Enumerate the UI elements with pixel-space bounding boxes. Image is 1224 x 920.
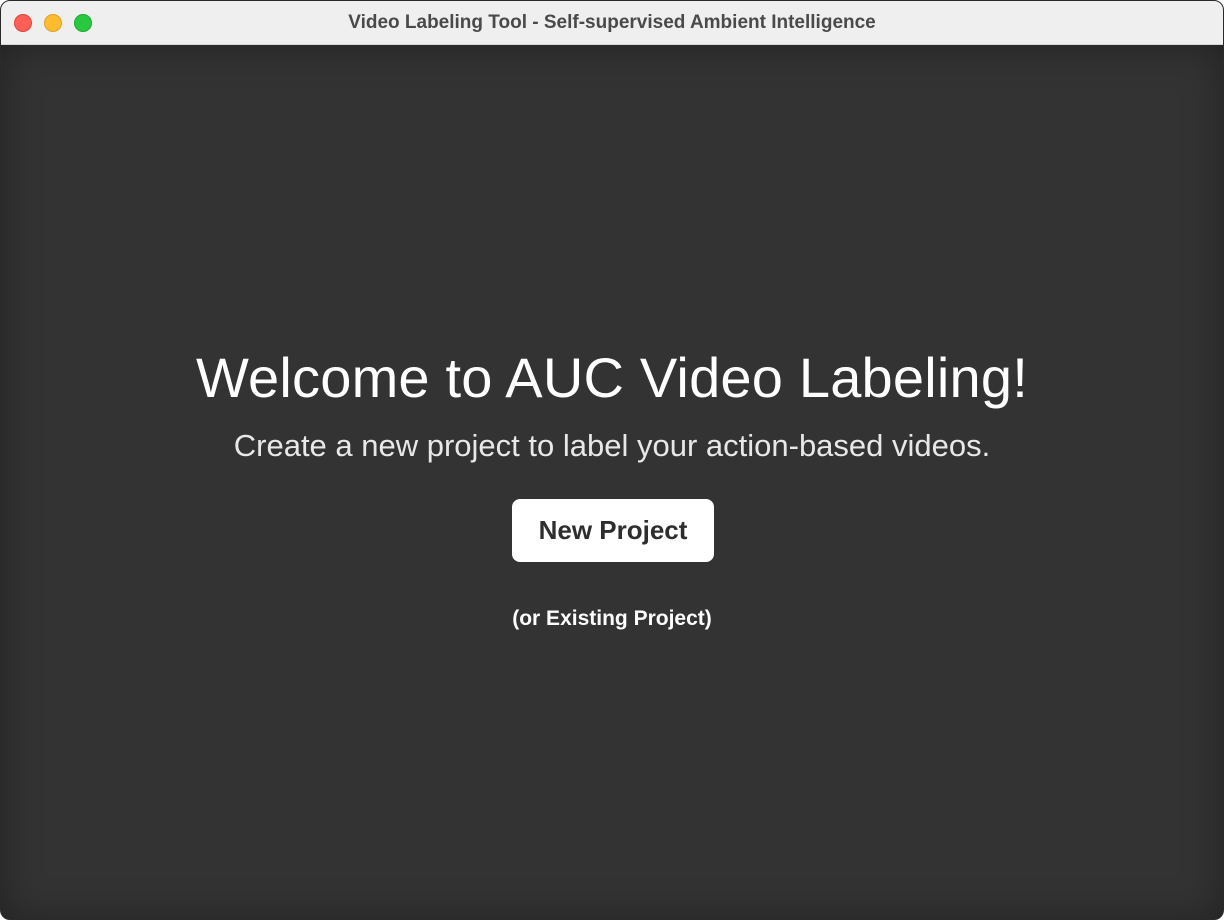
welcome-screen: Welcome to AUC Video Labeling! Create a … xyxy=(1,45,1223,919)
title-bar[interactable]: Video Labeling Tool - Self-supervised Am… xyxy=(1,1,1223,45)
welcome-subtitle: Create a new project to label your actio… xyxy=(233,428,991,463)
app-window: Video Labeling Tool - Self-supervised Am… xyxy=(0,0,1224,920)
new-project-button[interactable]: New Project xyxy=(512,499,714,562)
window-title: Video Labeling Tool - Self-supervised Am… xyxy=(348,12,876,33)
existing-project-link[interactable]: (or Existing Project) xyxy=(1,607,1223,631)
welcome-heading: Welcome to AUC Video Labeling! xyxy=(196,346,1028,409)
